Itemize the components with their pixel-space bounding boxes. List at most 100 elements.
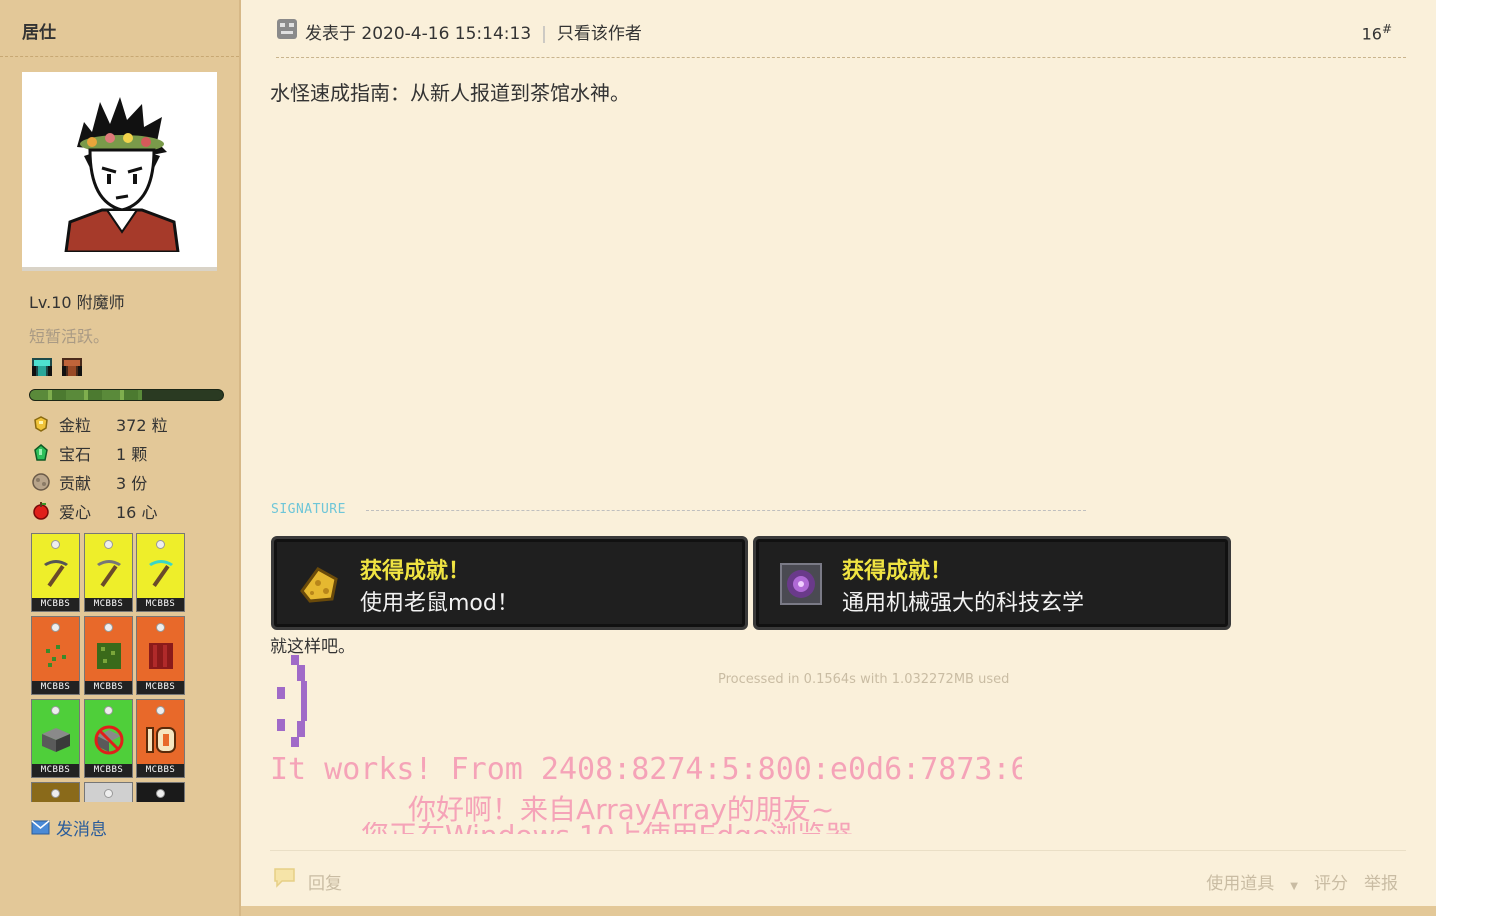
- reply-bubble-icon[interactable]: [272, 866, 297, 888]
- medal-tag: MCBBS: [137, 681, 184, 694]
- stat-value: 372 粒: [116, 416, 168, 435]
- number-ten-icon: [146, 727, 176, 753]
- gold-nugget-icon: [34, 416, 48, 432]
- medal-hole: [156, 706, 165, 715]
- use-item-menu[interactable]: 使用道具 ▼: [1190, 869, 1298, 894]
- medal-tag: MCBBS: [137, 764, 184, 777]
- medal-pickaxe-stone[interactable]: MCBBS: [84, 533, 133, 612]
- post-content-area: 发表于 2020-4-16 15:14:13 | 只看该作者 16# 水怪速成指南：…: [241, 0, 1436, 906]
- machine-block-icon: [780, 563, 822, 605]
- stat-label: 金粒: [59, 416, 92, 435]
- contribution-icon: [32, 473, 50, 491]
- medal-gold[interactable]: [31, 782, 80, 802]
- medal-hole: [51, 789, 60, 798]
- medal-no-minecart[interactable]: MCBBS: [84, 699, 133, 778]
- browser-banner-clip: 您正在Windows 10上使用Edge浏览器: [361, 822, 1001, 834]
- achievement-card-mouse-mod: 获得成就！ 使用老鼠mod！: [271, 536, 748, 630]
- medal-hole: [156, 623, 165, 632]
- page-margin: [1436, 0, 1487, 916]
- forbidden-icon: [94, 725, 124, 755]
- cheese-icon: [300, 567, 338, 603]
- sidebar-divider: [0, 56, 239, 57]
- reply-button[interactable]: 回复: [308, 869, 342, 894]
- medal-hole: [156, 540, 165, 549]
- nether-wart-icon: [149, 643, 173, 669]
- post-meta: 发表于 2020-4-16 15:14:13 | 只看该作者: [305, 19, 642, 44]
- stat-label: 爱心: [59, 503, 92, 522]
- pixel-smiley-icon: [277, 655, 307, 747]
- apple-heart-icon: [33, 502, 49, 520]
- medal-tag: MCBBS: [32, 598, 79, 611]
- medal-pickaxe-iron[interactable]: MCBBS: [31, 533, 80, 612]
- author-activity: 短暂活跃。: [29, 327, 110, 346]
- author-name[interactable]: 居仕: [22, 18, 56, 43]
- medal-ten[interactable]: MCBBS: [136, 699, 185, 778]
- chevron-down-icon: ▼: [1290, 881, 1298, 892]
- only-author-link[interactable]: 只看该作者: [557, 24, 642, 44]
- medal-leaves[interactable]: MCBBS: [84, 616, 133, 695]
- medal-hole: [104, 789, 113, 798]
- floor-number-value: 16: [1361, 24, 1382, 44]
- medal-tag: MCBBS: [32, 681, 79, 694]
- send-message-label: 发消息: [56, 820, 107, 840]
- medal-hole: [104, 623, 113, 632]
- diamond-chestplate-icon: [32, 358, 52, 376]
- medal-black[interactable]: [136, 782, 185, 802]
- signature-label: SIGNATURE: [271, 502, 346, 517]
- post-footer-divider: [270, 850, 1406, 851]
- seeds-icon: [46, 645, 66, 667]
- stat-label: 宝石: [59, 445, 92, 464]
- browser-banner-line: 您正在Windows 10上使用Edge浏览器: [361, 822, 1001, 834]
- medal-tag: MCBBS: [85, 598, 132, 611]
- medal-seeds[interactable]: MCBBS: [31, 616, 80, 695]
- medal-tag: MCBBS: [85, 764, 132, 777]
- medal-hole: [104, 706, 113, 715]
- medal-tag: MCBBS: [32, 764, 79, 777]
- stat-value: 3 份: [116, 474, 148, 493]
- medal-hole: [51, 540, 60, 549]
- post-timestamp: 发表于 2020-4-16 15:14:13: [305, 24, 532, 44]
- medal-grid: MCBBS MCBBS MCBBS MCBBS MCBBS MCBBS MCBB…: [31, 533, 187, 802]
- ip-banner-line: It works! From 2408:8274:5:800:e0d6:7873…: [270, 752, 1022, 787]
- processed-info: Processed in 0.1564s with 1.032272MB use…: [718, 672, 1010, 687]
- rate-button[interactable]: 评分: [1314, 869, 1348, 894]
- achievement-card-universal-machinery: 获得成就！ 通用机械强大的科技玄学: [753, 536, 1231, 630]
- achievement-desc: 通用机械强大的科技玄学: [842, 591, 1085, 616]
- floor-mark: #: [1381, 22, 1392, 36]
- medal-pickaxe-diamond[interactable]: MCBBS: [136, 533, 185, 612]
- signature-divider: [366, 510, 1086, 511]
- author-sidebar: 居仕 Lv.10 附魔师 短暂活跃。 金粒 372 粒 宝石 1 颗 贡献 3 …: [0, 0, 241, 916]
- emerald-icon: [34, 444, 48, 461]
- medal-hole: [51, 623, 60, 632]
- post-body-text: 水怪速成指南：从新人报道到茶馆水神。: [270, 81, 630, 105]
- medal-nether-wart[interactable]: MCBBS: [136, 616, 185, 695]
- minecart-icon: [42, 728, 70, 752]
- stat-label: 贡献: [59, 474, 92, 493]
- avatar-character-icon: [64, 97, 180, 252]
- post-header: 发表于 2020-4-16 15:14:13 | 只看该作者 16#: [276, 14, 1406, 58]
- send-message-link[interactable]: 发消息: [31, 815, 107, 840]
- stat-gem: 宝石 1 颗: [31, 442, 147, 464]
- stat-hearts: 爱心 16 心: [31, 500, 157, 522]
- author-level[interactable]: Lv.10 附魔师: [29, 289, 125, 313]
- medal-tag: MCBBS: [137, 598, 184, 611]
- offline-status-icon: [277, 19, 297, 39]
- post-actions: 使用道具 ▼ 评分 举报: [1174, 869, 1398, 894]
- report-button[interactable]: 举报: [1364, 869, 1398, 894]
- stat-contribution: 贡献 3 份: [31, 471, 147, 493]
- medal-silver[interactable]: [84, 782, 133, 802]
- signature-text: 就这样吧。: [270, 637, 355, 657]
- achievement-title: 获得成就！: [360, 559, 471, 584]
- pickaxe-icon: [97, 560, 121, 587]
- mail-icon: [31, 820, 50, 835]
- floor-number[interactable]: 16#: [1362, 22, 1392, 43]
- medal-hole: [156, 789, 165, 798]
- experience-bar-fill: [30, 390, 142, 400]
- experience-bar: [29, 389, 224, 401]
- stat-value: 16 心: [116, 503, 158, 522]
- avatar[interactable]: [22, 72, 217, 271]
- medal-minecart[interactable]: MCBBS: [31, 699, 80, 778]
- leaves-icon: [97, 643, 121, 669]
- stat-gold: 金粒 372 粒: [31, 413, 168, 435]
- use-item-label: 使用道具: [1206, 874, 1275, 894]
